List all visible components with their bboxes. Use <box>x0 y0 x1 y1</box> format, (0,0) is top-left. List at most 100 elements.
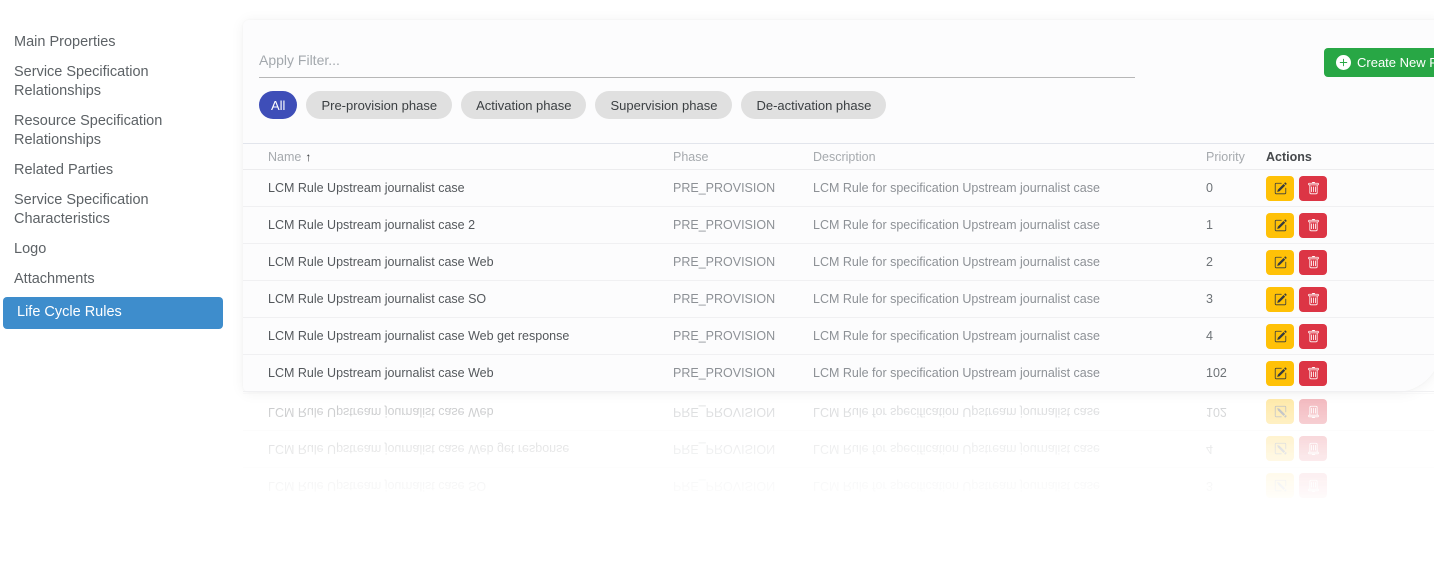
sidebar-item-main-properties[interactable]: Main Properties <box>0 28 243 58</box>
rule-name: LCM Rule Upstream journalist case SO <box>243 292 673 306</box>
delete-rule-button[interactable] <box>1299 474 1327 499</box>
table-header-row: Name↑ Phase Description Priority Actions <box>243 143 1434 170</box>
rule-priority: 0 <box>1206 181 1266 195</box>
sidebar-item-logo[interactable]: Logo <box>0 235 243 265</box>
pencil-square-icon <box>1274 330 1287 343</box>
edit-rule-button[interactable] <box>1266 400 1294 425</box>
edit-rule-button[interactable] <box>1266 213 1294 238</box>
column-header-description[interactable]: Description <box>813 150 1206 164</box>
rule-priority: 102 <box>1206 405 1266 419</box>
sidebar-item-attachments[interactable]: Attachments <box>0 265 243 295</box>
rule-description: LCM Rule for specification Upstream jour… <box>813 292 1206 306</box>
column-header-priority[interactable]: Priority <box>1206 150 1266 164</box>
rule-description: LCM Rule for specification Upstream jour… <box>813 181 1206 195</box>
delete-rule-button[interactable] <box>1299 213 1327 238</box>
trash-icon <box>1307 480 1320 493</box>
table-row: LCM Rule Upstream journalist case Web PR… <box>243 244 1434 281</box>
phase-filter-chips: All Pre-provision phase Activation phase… <box>259 91 886 119</box>
rule-name: LCM Rule Upstream journalist case SO <box>243 479 673 493</box>
edit-rule-button[interactable] <box>1266 437 1294 462</box>
trash-icon <box>1307 182 1320 195</box>
table-row: LCM Rule Upstream journalist case Web ge… <box>243 318 1434 355</box>
rule-phase: PRE_PROVISION <box>673 442 813 456</box>
delete-rule-button[interactable] <box>1299 400 1327 425</box>
rule-description: LCM Rule for specification Upstream jour… <box>813 366 1206 380</box>
rule-description: LCM Rule for specification Upstream jour… <box>813 479 1206 493</box>
phase-filter-activation[interactable]: Activation phase <box>461 91 586 119</box>
edit-rule-button[interactable] <box>1266 474 1294 499</box>
delete-rule-button[interactable] <box>1299 176 1327 201</box>
life-cycle-rules-panel: Create New Rule All Pre-provision phase … <box>243 20 1434 392</box>
rule-priority: 2 <box>1206 255 1266 269</box>
rule-name: LCM Rule Upstream journalist case 2 <box>243 218 673 232</box>
trash-icon <box>1307 367 1320 380</box>
trash-icon <box>1307 256 1320 269</box>
pencil-square-icon <box>1274 182 1287 195</box>
create-new-rule-button[interactable]: Create New Rule <box>1324 48 1434 77</box>
rule-priority: 4 <box>1206 329 1266 343</box>
phase-filter-pre-provision[interactable]: Pre-provision phase <box>306 91 452 119</box>
edit-rule-button[interactable] <box>1266 287 1294 312</box>
pencil-square-icon <box>1274 367 1287 380</box>
rule-name: LCM Rule Upstream journalist case Web <box>243 405 673 419</box>
column-header-name[interactable]: Name↑ <box>243 150 673 164</box>
pencil-square-icon <box>1274 406 1287 419</box>
delete-rule-button[interactable] <box>1299 250 1327 275</box>
trash-icon <box>1307 406 1320 419</box>
table-row: LCM Rule Upstream journalist case Web PR… <box>243 393 1434 430</box>
rule-priority: 3 <box>1206 292 1266 306</box>
pencil-square-icon <box>1274 219 1287 232</box>
sidebar: Main Properties Service Specification Re… <box>0 28 243 329</box>
rule-name: LCM Rule Upstream journalist case Web ge… <box>243 442 673 456</box>
rule-name: LCM Rule Upstream journalist case Web <box>243 366 673 380</box>
table-row: LCM Rule Upstream journalist case SO PRE… <box>243 281 1434 318</box>
delete-rule-button[interactable] <box>1299 361 1327 386</box>
phase-filter-all[interactable]: All <box>259 91 297 119</box>
rule-phase: PRE_PROVISION <box>673 329 813 343</box>
table-reflection: LCM Rule Upstream journalist case SO PRE… <box>243 393 1434 533</box>
delete-rule-button[interactable] <box>1299 437 1327 462</box>
table-row: LCM Rule Upstream journalist case Web ge… <box>243 430 1434 467</box>
rule-description: LCM Rule for specification Upstream jour… <box>813 405 1206 419</box>
rule-priority: 4 <box>1206 442 1266 456</box>
filter-input[interactable] <box>259 52 1135 78</box>
rule-phase: PRE_PROVISION <box>673 292 813 306</box>
edit-rule-button[interactable] <box>1266 361 1294 386</box>
trash-icon <box>1307 330 1320 343</box>
column-header-phase[interactable]: Phase <box>673 150 813 164</box>
table-row: LCM Rule Upstream journalist case PRE_PR… <box>243 170 1434 207</box>
sort-ascending-icon: ↑ <box>305 150 311 164</box>
rule-priority: 1 <box>1206 218 1266 232</box>
column-header-actions: Actions <box>1266 150 1434 164</box>
rule-phase: PRE_PROVISION <box>673 479 813 493</box>
sidebar-item-life-cycle-rules[interactable]: Life Cycle Rules <box>3 297 223 329</box>
trash-icon <box>1307 219 1320 232</box>
phase-filter-de-activation[interactable]: De-activation phase <box>741 91 886 119</box>
rule-description: LCM Rule for specification Upstream jour… <box>813 218 1206 232</box>
rule-phase: PRE_PROVISION <box>673 255 813 269</box>
sidebar-item-service-specification-characteristics[interactable]: Service Specification Characteristics <box>0 186 243 235</box>
pencil-square-icon <box>1274 293 1287 306</box>
trash-icon <box>1307 443 1320 456</box>
table-row: LCM Rule Upstream journalist case 2 PRE_… <box>243 207 1434 244</box>
sidebar-item-service-specification-relationships[interactable]: Service Specification Relationships <box>0 58 243 107</box>
edit-rule-button[interactable] <box>1266 324 1294 349</box>
rule-phase: PRE_PROVISION <box>673 218 813 232</box>
rule-phase: PRE_PROVISION <box>673 366 813 380</box>
plus-circle-icon <box>1336 55 1351 70</box>
create-new-rule-label: Create New Rule <box>1357 55 1434 70</box>
edit-rule-button[interactable] <box>1266 250 1294 275</box>
rule-phase: PRE_PROVISION <box>673 181 813 195</box>
sidebar-item-related-parties[interactable]: Related Parties <box>0 156 243 186</box>
edit-rule-button[interactable] <box>1266 176 1294 201</box>
rules-table-body: LCM Rule Upstream journalist case PRE_PR… <box>243 170 1434 392</box>
rule-priority: 102 <box>1206 366 1266 380</box>
delete-rule-button[interactable] <box>1299 287 1327 312</box>
sidebar-item-resource-specification-relationships[interactable]: Resource Specification Relationships <box>0 107 243 156</box>
rule-description: LCM Rule for specification Upstream jour… <box>813 442 1206 456</box>
trash-icon <box>1307 293 1320 306</box>
rule-priority: 3 <box>1206 479 1266 493</box>
delete-rule-button[interactable] <box>1299 324 1327 349</box>
phase-filter-supervision[interactable]: Supervision phase <box>595 91 732 119</box>
table-row: LCM Rule Upstream journalist case SO PRE… <box>243 467 1434 504</box>
